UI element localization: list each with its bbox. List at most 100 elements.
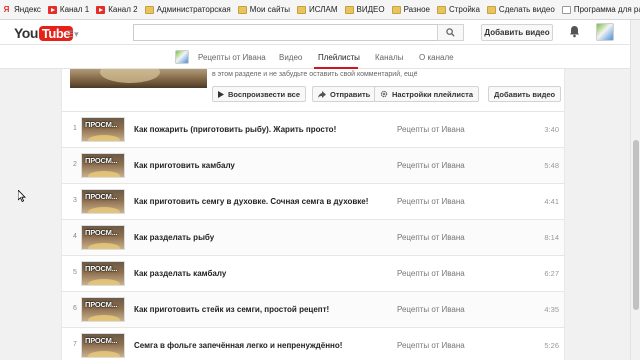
- video-owner[interactable]: Рецепты от Ивана: [397, 341, 465, 350]
- mouse-cursor-icon: [17, 189, 26, 204]
- bookmark-folder-make-video[interactable]: Сделать видео: [486, 5, 555, 14]
- search-icon: [446, 28, 455, 37]
- folder-icon: [486, 5, 496, 14]
- search-button[interactable]: [437, 24, 464, 41]
- bookmark-channel-1[interactable]: Канал 1: [47, 5, 90, 14]
- video-duration: 4:41: [544, 197, 559, 206]
- video-owner[interactable]: Рецепты от Ивана: [397, 197, 465, 206]
- add-video-button[interactable]: Добавить видео: [488, 86, 562, 102]
- video-duration: 5:26: [544, 341, 559, 350]
- playlist-item[interactable]: 2 ПРОСМ... Как приготовить камбалу Рецеп…: [62, 147, 564, 183]
- bookmarks-bar: Я Яндекс Канал 1 Канал 2 Администраторска…: [0, 0, 640, 20]
- video-owner[interactable]: Рецепты от Ивана: [397, 305, 465, 314]
- video-thumbnail[interactable]: ПРОСМ...: [81, 297, 125, 322]
- video-title[interactable]: Как разделать рыбу: [134, 233, 214, 242]
- page-scrollbar[interactable]: [630, 20, 640, 360]
- thumb-food: [88, 351, 120, 357]
- video-thumbnail[interactable]: ПРОСМ...: [81, 261, 125, 286]
- bookmark-label: Сделать видео: [498, 5, 555, 14]
- gear-icon: [380, 90, 388, 98]
- bookmark-label: Администраторская: [156, 5, 231, 14]
- video-duration: 4:35: [544, 305, 559, 314]
- thumb-text: ПРОСМ...: [85, 120, 118, 129]
- account-avatar[interactable]: [596, 23, 614, 41]
- video-owner[interactable]: Рецепты от Ивана: [397, 269, 465, 278]
- bookmark-folder-misc[interactable]: Разное: [391, 5, 430, 14]
- video-thumbnail[interactable]: ПРОСМ...: [81, 153, 125, 178]
- bookmark-channel-2[interactable]: Канал 2: [96, 5, 138, 14]
- bookmark-label: Яндекс: [14, 5, 41, 14]
- video-owner[interactable]: Рецепты от Ивана: [397, 125, 465, 134]
- video-thumbnail[interactable]: ПРОСМ...: [81, 117, 125, 142]
- video-title[interactable]: Как приготовить камбалу: [134, 161, 235, 170]
- share-icon: [318, 90, 326, 98]
- bookmark-folder-my-sites[interactable]: Мои сайты: [237, 5, 290, 14]
- playlist-item[interactable]: 1 ПРОСМ... Как пожарить (приготовить рыб…: [62, 111, 564, 147]
- playlist-description: в этом разделе и не забудьте оставить св…: [212, 71, 418, 78]
- video-thumbnail[interactable]: ПРОСМ...: [81, 189, 125, 214]
- item-index: 6: [73, 305, 77, 312]
- scrollbar-thumb[interactable]: [633, 140, 639, 310]
- item-index: 3: [73, 197, 77, 204]
- video-owner[interactable]: Рецепты от Ивана: [397, 233, 465, 242]
- play-all-label: Воспроизвести все: [228, 89, 300, 99]
- bookmark-label: ИСЛАМ: [308, 5, 338, 14]
- playlist-panel: в этом разделе и не забудьте оставить св…: [61, 69, 565, 360]
- video-title[interactable]: Как приготовить стейк из семги, простой …: [134, 305, 329, 314]
- video-duration: 5:48: [544, 161, 559, 170]
- folder-icon: [391, 5, 401, 14]
- upload-video-button[interactable]: Добавить видео: [481, 24, 553, 41]
- bookmark-folder-construction[interactable]: Стройка: [436, 5, 480, 14]
- logo-you: You: [14, 25, 38, 41]
- channel-nav: Рецепты от Ивана Видео Плейлисты Каналы …: [0, 45, 640, 69]
- bookmark-folder-admin[interactable]: Администраторская: [144, 5, 231, 14]
- video-title[interactable]: Семга в фольге запечённая легко и непрен…: [134, 341, 342, 350]
- tab-videos[interactable]: Видео: [279, 53, 302, 62]
- video-title[interactable]: Как разделать камбалу: [134, 269, 226, 278]
- bookmark-label: Канал 1: [59, 5, 90, 14]
- youtube-logo[interactable]: You Tube: [14, 25, 73, 41]
- bookmark-program[interactable]: Программа для расс...: [561, 5, 640, 14]
- share-label: Отправить: [330, 89, 371, 99]
- playlist-item[interactable]: 6 ПРОСМ... Как приготовить стейк из семг…: [62, 291, 564, 327]
- play-icon: [218, 90, 224, 98]
- playlist-settings-button[interactable]: Настройки плейлиста: [374, 86, 480, 102]
- video-thumbnail[interactable]: ПРОСМ...: [81, 333, 125, 358]
- thumb-food: [88, 135, 120, 141]
- playlist-item[interactable]: 4 ПРОСМ... Как разделать рыбу Рецепты от…: [62, 219, 564, 255]
- folder-icon: [144, 5, 154, 14]
- thumb-food: [88, 279, 120, 285]
- playlist-cover-thumbnail[interactable]: [70, 69, 207, 88]
- add-video-label: Добавить видео: [494, 89, 556, 99]
- guide-menu-icon[interactable]: ☰▾: [66, 29, 79, 40]
- thumb-text: ПРОСМ...: [85, 192, 118, 201]
- youtube-header: You Tube ☰▾ Добавить видео: [0, 20, 640, 45]
- video-title[interactable]: Как пожарить (приготовить рыбу). Жарить …: [134, 125, 336, 134]
- bookmark-folder-islam[interactable]: ИСЛАМ: [296, 5, 338, 14]
- bookmark-yandex[interactable]: Я Яндекс: [2, 5, 41, 14]
- video-title[interactable]: Как приготовить семгу в духовке. Сочная …: [134, 197, 368, 206]
- folder-icon: [237, 5, 247, 14]
- playlist-item[interactable]: 5 ПРОСМ... Как разделать камбалу Рецепты…: [62, 255, 564, 291]
- tab-about[interactable]: О канале: [419, 53, 454, 62]
- tab-channels[interactable]: Каналы: [375, 53, 403, 62]
- item-index: 7: [73, 341, 77, 348]
- bookmark-label: Канал 2: [108, 5, 138, 14]
- playlist-items: 1 ПРОСМ... Как пожарить (приготовить рыб…: [62, 111, 564, 360]
- share-button[interactable]: Отправить: [312, 86, 377, 102]
- thumb-text: ПРОСМ...: [85, 156, 118, 165]
- tab-playlists[interactable]: Плейлисты: [318, 53, 360, 62]
- playlist-item[interactable]: 3 ПРОСМ... Как приготовить семгу в духов…: [62, 183, 564, 219]
- notifications-bell-icon[interactable]: [569, 25, 580, 40]
- playlist-item[interactable]: 7 ПРОСМ... Семга в фольге запечённая лег…: [62, 327, 564, 360]
- tab-channel-home[interactable]: Рецепты от Ивана: [198, 53, 266, 62]
- thumb-text: ПРОСМ...: [85, 336, 118, 345]
- video-owner[interactable]: Рецепты от Ивана: [397, 161, 465, 170]
- folder-icon: [344, 5, 354, 14]
- item-index: 2: [73, 161, 77, 168]
- channel-avatar[interactable]: [175, 50, 189, 64]
- search-input[interactable]: [133, 24, 438, 41]
- video-thumbnail[interactable]: ПРОСМ...: [81, 225, 125, 250]
- play-all-button[interactable]: Воспроизвести все: [212, 86, 306, 102]
- bookmark-folder-video[interactable]: ВИДЕО: [344, 5, 385, 14]
